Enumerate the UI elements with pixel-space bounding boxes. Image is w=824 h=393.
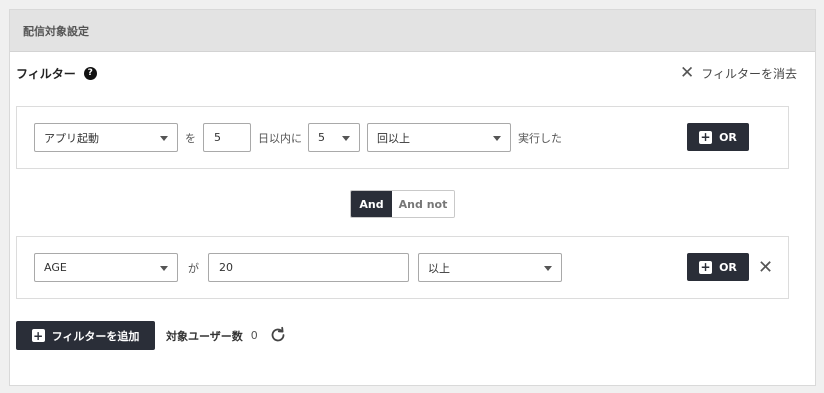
plus-icon: + xyxy=(31,328,45,343)
or-button[interactable]: + OR xyxy=(687,123,749,151)
attribute-value-input[interactable]: 20 xyxy=(208,253,409,282)
or-button-label: OR xyxy=(719,130,737,144)
chevron-down-icon xyxy=(160,266,168,271)
panel-header: 配信対象設定 xyxy=(10,10,815,52)
or-button[interactable]: + OR xyxy=(687,253,749,281)
filter-toolbar: フィルター ? ✕ フィルターを消去 xyxy=(16,62,808,84)
filter-label: フィルター xyxy=(16,66,76,81)
compare-select-value: 回以上 xyxy=(377,131,410,145)
clear-filter-button[interactable]: ✕ フィルターを消去 xyxy=(679,62,797,83)
target-users-label: 対象ユーザー数 xyxy=(166,329,243,343)
chevron-down-icon xyxy=(493,136,501,141)
help-icon[interactable]: ? xyxy=(83,66,97,80)
and-not-option[interactable]: And not xyxy=(392,191,454,217)
compare-select[interactable]: 以上 xyxy=(418,253,562,282)
and-option[interactable]: And xyxy=(351,191,392,217)
or-button-label: OR xyxy=(719,260,737,274)
compare-select[interactable]: 回以上 xyxy=(367,123,511,152)
refresh-icon[interactable] xyxy=(268,325,288,345)
target-users-count: 0 xyxy=(250,329,258,342)
action-suffix: 実行した xyxy=(518,131,562,145)
compare-select-value: 以上 xyxy=(428,261,450,275)
filter-condition-1: アプリ起動 を 5 日以内に 5 回以上 実行した + OR xyxy=(16,106,789,169)
add-filter-button[interactable]: + フィルターを追加 xyxy=(16,321,155,350)
clear-filter-label: フィルターを消去 xyxy=(701,66,797,81)
target-users: 対象ユーザー数 0 xyxy=(166,321,258,350)
filter-condition-2: AGE が 20 以上 + OR ✕ xyxy=(16,236,789,299)
event-select[interactable]: アプリ起動 xyxy=(34,123,178,152)
logic-toggle: And And not xyxy=(350,190,455,218)
attribute-value: 20 xyxy=(219,261,233,274)
attribute-select[interactable]: AGE xyxy=(34,253,178,282)
particle-ga: が xyxy=(188,261,199,275)
plus-icon: + xyxy=(699,130,713,144)
event-select-value: アプリ起動 xyxy=(44,131,99,145)
days-suffix: 日以内に xyxy=(258,131,302,145)
add-filter-label: フィルターを追加 xyxy=(51,329,140,343)
chevron-down-icon xyxy=(160,136,168,141)
remove-condition-icon[interactable]: ✕ xyxy=(758,253,773,281)
plus-icon: + xyxy=(699,260,713,274)
chevron-down-icon xyxy=(342,136,350,141)
days-input-value: 5 xyxy=(214,131,221,144)
chevron-down-icon xyxy=(544,266,552,271)
particle-wo: を xyxy=(185,131,196,145)
attribute-select-value: AGE xyxy=(44,261,67,274)
count-select[interactable]: 5 xyxy=(308,123,360,152)
panel-title: 配信対象設定 xyxy=(23,24,89,38)
days-input[interactable]: 5 xyxy=(203,123,251,152)
close-icon: ✕ xyxy=(679,62,695,83)
count-select-value: 5 xyxy=(318,131,325,144)
filter-heading: フィルター ? xyxy=(16,65,97,82)
